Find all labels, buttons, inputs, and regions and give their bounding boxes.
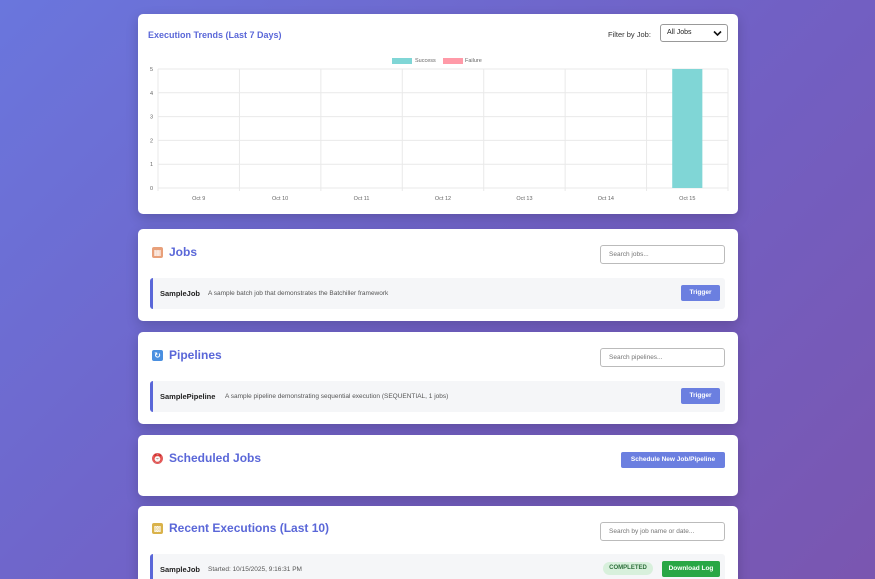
- job-row: SampleJob A sample batch job that demons…: [150, 278, 725, 309]
- bar-success: [672, 69, 703, 188]
- scheduled-title: Scheduled Jobs: [169, 451, 262, 465]
- x-tick-label: Oct 11: [354, 196, 370, 202]
- search-jobs-input[interactable]: [600, 245, 725, 264]
- execution-trends-chart: 0 1 2 3 4 5 Oct 9 Oct 10 Oct 11 Oct 12 Oct 13 Oct 1…: [150, 67, 729, 202]
- jobs-heading: ▦ Jobs: [152, 245, 197, 259]
- status-badge: COMPLETED: [603, 562, 653, 575]
- y-tick-label: 1: [150, 162, 153, 168]
- execution-job-name: SampleJob: [160, 565, 201, 574]
- scheduled-jobs-card: ⏰ Scheduled Jobs Schedule New Job/Pipeli…: [138, 435, 738, 496]
- scheduled-heading: ⏰ Scheduled Jobs: [152, 451, 261, 465]
- jobs-card: ▦ Jobs SampleJob A sample batch job that…: [138, 229, 738, 321]
- pipeline-name: SamplePipeline: [160, 392, 216, 401]
- x-tick-label: Oct 12: [435, 196, 451, 202]
- chart-title: Execution Trends (Last 7 Days): [148, 30, 282, 40]
- y-tick-label: 3: [150, 115, 153, 121]
- legend-label-success: Success: [415, 58, 436, 64]
- y-tick-label: 5: [150, 67, 153, 73]
- pipelines-card: ↻ Pipelines SamplePipeline A sample pipe…: [138, 332, 738, 424]
- pipeline-description: A sample pipeline demonstrating sequenti…: [225, 393, 449, 400]
- y-tick-label: 0: [150, 186, 153, 192]
- chart-legend: Success Failure: [138, 58, 738, 66]
- pipelines-heading: ↻ Pipelines: [152, 348, 222, 362]
- recent-executions-card: ▩ Recent Executions (Last 10) SampleJob …: [138, 506, 738, 579]
- job-filter-value: All Jobs: [667, 29, 692, 36]
- bar-chart-icon: ▩: [152, 522, 163, 534]
- recent-title: Recent Executions (Last 10): [169, 521, 330, 535]
- pipelines-title: Pipelines: [169, 348, 222, 362]
- x-tick-label: Oct 10: [272, 196, 288, 202]
- download-log-button[interactable]: Download Log: [662, 561, 720, 577]
- execution-started: Started: 10/15/2025, 9:16:31 PM: [208, 566, 302, 573]
- x-tick-label: Oct 9: [192, 196, 205, 202]
- sync-icon: ↻: [152, 349, 163, 361]
- x-tick-label: Oct 13: [516, 196, 532, 202]
- recent-heading: ▩ Recent Executions (Last 10): [152, 521, 329, 535]
- legend-swatch-failure: [443, 58, 463, 64]
- job-name: SampleJob: [160, 289, 201, 298]
- trigger-pipeline-button[interactable]: Trigger: [681, 388, 720, 404]
- pipeline-row: SamplePipeline A sample pipeline demonst…: [150, 381, 725, 412]
- job-description: A sample batch job that demonstrates the…: [208, 290, 389, 297]
- search-pipelines-input[interactable]: [600, 348, 725, 367]
- legend-swatch-success: [392, 58, 412, 64]
- y-tick-label: 4: [150, 91, 153, 97]
- clipboard-icon: ▦: [152, 246, 163, 258]
- execution-row: SampleJob Started: 10/15/2025, 9:16:31 P…: [150, 554, 725, 579]
- alarm-clock-icon: ⏰: [152, 452, 163, 464]
- y-tick-label: 2: [150, 138, 153, 144]
- x-tick-label: Oct 15: [679, 196, 695, 202]
- job-filter-select[interactable]: All Jobs: [660, 24, 728, 42]
- execution-trends-card: 0 1 2 3 4 5 Oct 9 Oct 10 Oct 11 Oct 12 Oct 13 Oct 1…: [138, 14, 738, 214]
- x-tick-label: Oct 14: [598, 196, 614, 202]
- trigger-job-button[interactable]: Trigger: [681, 285, 720, 301]
- legend-label-failure: Failure: [465, 58, 482, 64]
- schedule-new-button[interactable]: Schedule New Job/Pipeline: [621, 452, 725, 468]
- search-executions-input[interactable]: [600, 522, 725, 541]
- filter-label: Filter by Job:: [608, 30, 651, 39]
- jobs-title: Jobs: [169, 245, 198, 259]
- chevron-down-icon: [713, 30, 722, 37]
